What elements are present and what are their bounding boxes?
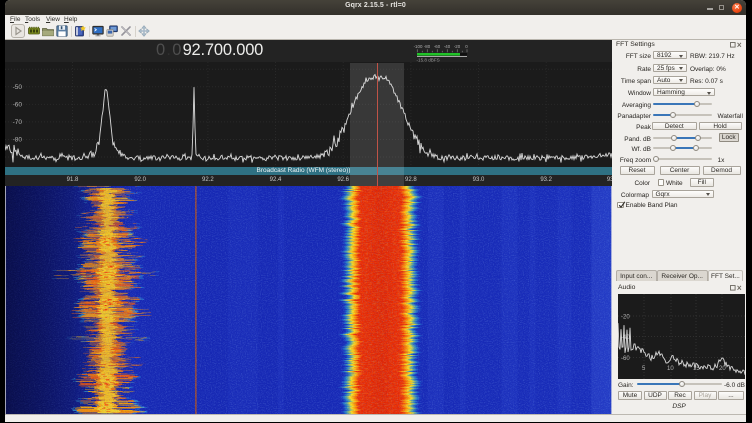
svg-text:-60: -60	[13, 102, 23, 109]
svg-text:-20: -20	[454, 44, 461, 49]
svg-text:-60: -60	[621, 356, 630, 362]
svg-text:-80: -80	[13, 137, 23, 144]
svg-text:15: 15	[693, 366, 700, 372]
svg-text:-20: -20	[621, 314, 630, 320]
svg-text:-70: -70	[13, 119, 23, 126]
svg-text:-40: -40	[444, 44, 451, 49]
svg-text:-50: -50	[13, 84, 23, 91]
svg-text:-60: -60	[434, 44, 441, 49]
svg-text:20: 20	[719, 366, 726, 372]
svg-text:-80: -80	[424, 44, 431, 49]
svg-text:0: 0	[465, 44, 468, 49]
svg-text:10: 10	[667, 366, 674, 372]
svg-text:-100: -100	[414, 44, 423, 49]
